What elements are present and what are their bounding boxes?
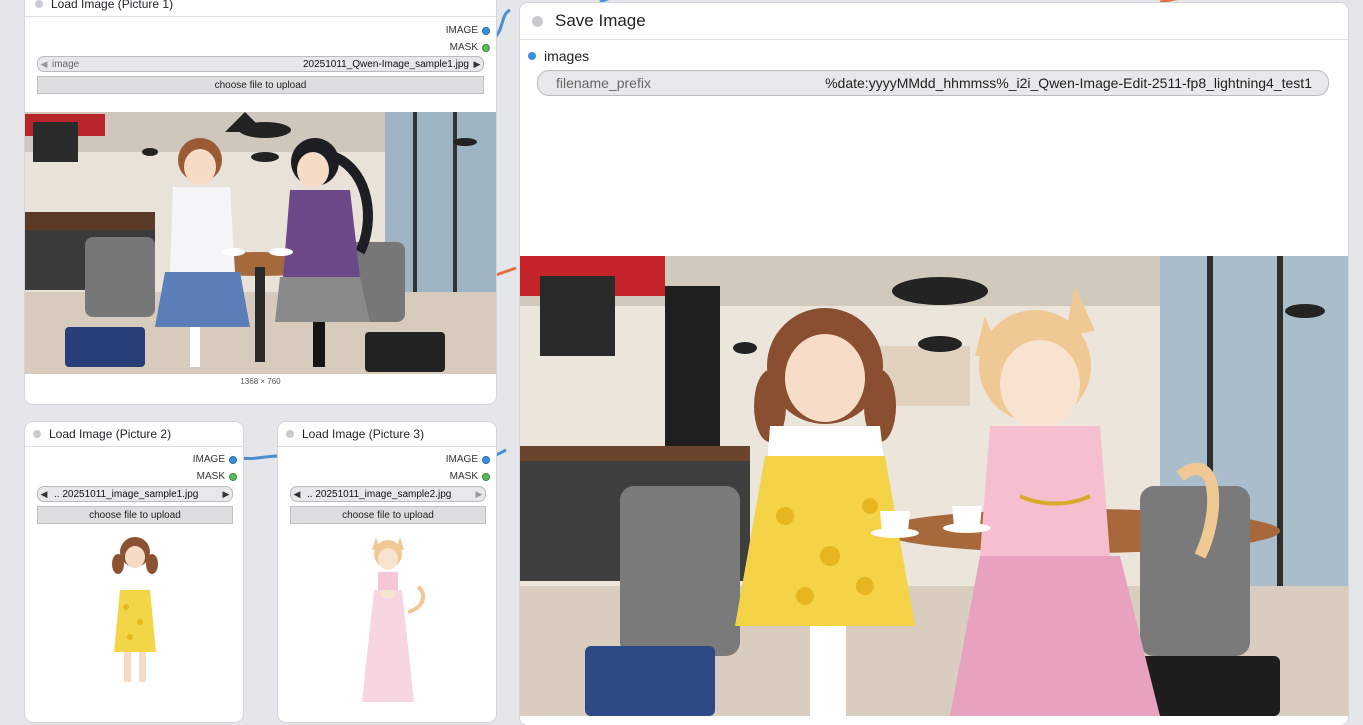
- output-image[interactable]: IMAGE: [193, 451, 237, 468]
- images-socket-icon[interactable]: [528, 52, 536, 60]
- mask-socket-icon[interactable]: [229, 472, 237, 481]
- image-socket-icon[interactable]: [482, 26, 490, 35]
- node-header[interactable]: Save Image: [520, 3, 1348, 40]
- collapse-dot-icon[interactable]: [532, 15, 543, 27]
- output-mask[interactable]: MASK: [446, 468, 490, 485]
- load-image-node-picture3[interactable]: Load Image (Picture 3) IMAGE MASK ◀ .. 2…: [278, 422, 496, 722]
- combo-prev-icon[interactable]: ◀: [38, 489, 50, 500]
- node-header[interactable]: Load Image (Picture 1): [25, 0, 496, 17]
- load-image-node-picture2[interactable]: Load Image (Picture 2) IMAGE MASK ◀ .. 2…: [25, 422, 243, 722]
- node-title: Save Image: [555, 11, 646, 30]
- combo-next-icon[interactable]: ▶: [471, 59, 483, 70]
- image-preview: [100, 532, 170, 714]
- filename-prefix-field[interactable]: filename_prefix %date:yyyyMMdd_hhmmss%_i…: [537, 70, 1329, 96]
- image-preview: [25, 112, 496, 374]
- image-combo[interactable]: ◀ image 20251011_Qwen-Image_sample1.jpg …: [37, 56, 484, 72]
- combo-value: .. 20251011_image_sample1.jpg: [54, 488, 199, 500]
- collapse-dot-icon[interactable]: [33, 430, 41, 438]
- combo-prev-icon[interactable]: ◀: [291, 489, 303, 500]
- combo-prev-icon[interactable]: ◀: [38, 59, 50, 70]
- node-title: Load Image (Picture 2): [49, 427, 172, 441]
- load-image-node-picture1[interactable]: Load Image (Picture 1) IMAGE MASK ◀ imag…: [25, 0, 496, 404]
- image-socket-icon[interactable]: [482, 455, 490, 464]
- filename-prefix-label: filename_prefix: [556, 75, 651, 91]
- output-image-label: IMAGE: [445, 25, 478, 36]
- node-title: Load Image (Picture 1): [51, 0, 174, 11]
- combo-next-icon[interactable]: ▶: [473, 489, 485, 500]
- mask-socket-icon[interactable]: [482, 472, 490, 481]
- output-image-preview: [520, 256, 1348, 716]
- save-image-node[interactable]: Save Image images filename_prefix %date:…: [520, 3, 1348, 725]
- combo-value: 20251011_Qwen-Image_sample1.jpg: [302, 58, 469, 70]
- collapse-dot-icon[interactable]: [286, 430, 294, 438]
- output-mask[interactable]: MASK: [446, 39, 490, 56]
- combo-value: .. 20251011_image_sample2.jpg: [307, 488, 452, 500]
- upload-button[interactable]: choose file to upload: [37, 76, 484, 94]
- node-header[interactable]: Load Image (Picture 2): [25, 422, 243, 447]
- images-input[interactable]: images: [528, 48, 589, 64]
- combo-next-icon[interactable]: ▶: [220, 489, 232, 500]
- output-image-label: IMAGE: [445, 454, 478, 465]
- node-title: Load Image (Picture 3): [302, 427, 425, 441]
- output-mask-label: MASK: [196, 471, 225, 482]
- output-mask-label: MASK: [449, 471, 478, 482]
- images-input-label: images: [544, 48, 590, 64]
- combo-label: image: [52, 58, 80, 70]
- image-preview: [348, 532, 428, 714]
- upload-button[interactable]: choose file to upload: [290, 506, 486, 524]
- output-mask-label: MASK: [449, 42, 478, 53]
- mask-socket-icon[interactable]: [482, 43, 490, 52]
- output-image-label: IMAGE: [192, 454, 225, 465]
- collapse-dot-icon[interactable]: [35, 0, 43, 8]
- upload-button[interactable]: choose file to upload: [37, 506, 233, 524]
- image-dimensions: 1368 × 760: [240, 377, 281, 386]
- output-image[interactable]: IMAGE: [446, 22, 490, 39]
- image-combo[interactable]: ◀ .. 20251011_image_sample2.jpg ▶: [290, 486, 486, 502]
- output-image[interactable]: IMAGE: [446, 451, 490, 468]
- image-socket-icon[interactable]: [229, 455, 237, 464]
- filename-prefix-value: %date:yyyyMMdd_hhmmss%_i2i_Qwen-Image-Ed…: [825, 75, 1312, 91]
- output-mask[interactable]: MASK: [193, 468, 237, 485]
- image-combo[interactable]: ◀ .. 20251011_image_sample1.jpg ▶: [37, 486, 233, 502]
- node-header[interactable]: Load Image (Picture 3): [278, 422, 496, 447]
